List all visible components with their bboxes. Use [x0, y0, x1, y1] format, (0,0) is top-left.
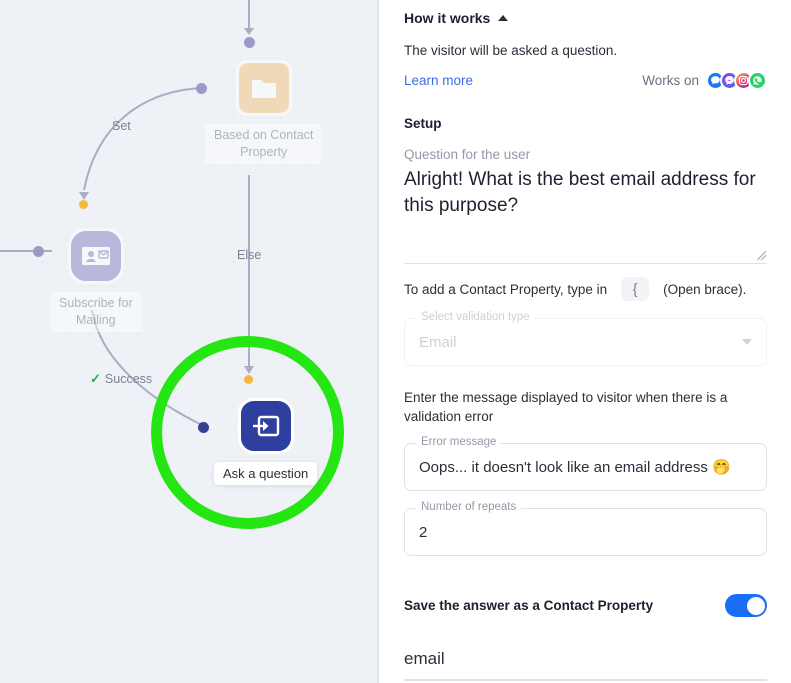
- contact-card-icon: [67, 228, 124, 284]
- question-value: Alright! What is the best email address …: [404, 169, 756, 216]
- validation-error-helper: Enter the message displayed to visitor w…: [404, 390, 728, 424]
- folder-icon: [235, 60, 292, 116]
- flow-node-subscribe-for-mailing[interactable]: Subscribe for Mailing: [50, 228, 142, 332]
- edge-label-success-text: Success: [104, 372, 153, 386]
- edge-label-success: ✓ Success: [90, 371, 152, 387]
- validation-type-select[interactable]: Select validation type Email: [404, 311, 767, 366]
- connector-dot: [198, 422, 209, 433]
- check-icon: ✓: [90, 371, 101, 386]
- save-answer-label: Save the answer as a Contact Property: [404, 598, 654, 613]
- contact-property-hint: To add a Contact Property, type in { (Op…: [404, 277, 767, 301]
- validation-type-legend: Select validation type: [416, 311, 535, 323]
- resize-handle-icon[interactable]: [757, 251, 766, 260]
- flow-node-ask-a-question[interactable]: Ask a question: [214, 398, 318, 485]
- chevron-down-icon[interactable]: [742, 339, 752, 345]
- hint-suffix: (Open brace).: [663, 281, 747, 297]
- connector-dot: [244, 37, 255, 48]
- connector-dot: [33, 246, 44, 257]
- repeats-legend: Number of repeats: [416, 501, 522, 513]
- edge-label-set: Set: [112, 119, 131, 133]
- validation-type-value: Email: [419, 333, 457, 351]
- connector-dot: [79, 200, 88, 209]
- contact-property-input[interactable]: email: [404, 649, 767, 681]
- connector-dot: [244, 375, 253, 384]
- error-message-legend: Error message: [416, 436, 502, 448]
- hint-prefix: To add a Contact Property, type in: [404, 281, 608, 297]
- question-field-label: Question for the user: [404, 147, 531, 162]
- toggle-knob: [746, 596, 765, 615]
- login-arrow-icon: [237, 398, 294, 454]
- how-it-works-description: The visitor will be asked a question.: [404, 43, 618, 58]
- flow-node-based-on-contact-property[interactable]: Based on Contact Property: [205, 60, 323, 164]
- error-message-value: Oops... it doesn't look like an email ad…: [419, 459, 731, 476]
- works-on-group: Works on: [642, 71, 767, 90]
- learn-more-link[interactable]: Learn more: [404, 73, 473, 88]
- channel-icons: [706, 71, 767, 90]
- save-answer-toggle[interactable]: [725, 594, 767, 617]
- open-brace-chip: {: [621, 277, 650, 301]
- how-it-works-title: How it works: [404, 10, 491, 26]
- flow-canvas[interactable]: Set Else ✓ Success Based on Contact Prop…: [0, 0, 379, 683]
- learn-more-row: Learn more Works on: [404, 71, 767, 90]
- flow-node-label: Subscribe for Mailing: [50, 292, 142, 332]
- error-message-input[interactable]: Error message Oops... it doesn't look li…: [404, 436, 767, 491]
- contact-property-value: email: [404, 649, 445, 668]
- edge-label-else: Else: [237, 248, 262, 262]
- number-of-repeats-input[interactable]: Number of repeats 2: [404, 501, 767, 556]
- save-answer-row: Save the answer as a Contact Property: [404, 594, 767, 617]
- settings-panel: How it works The visitor will be asked a…: [379, 0, 791, 683]
- question-textarea[interactable]: Alright! What is the best email address …: [404, 167, 767, 264]
- works-on-label: Works on: [642, 73, 699, 88]
- contact-property-underline: [404, 679, 767, 681]
- app-root: Set Else ✓ Success Based on Contact Prop…: [0, 0, 791, 683]
- flow-node-label: Ask a question: [214, 462, 318, 485]
- flow-node-label: Based on Contact Property: [205, 124, 323, 164]
- setup-heading: Setup: [404, 116, 442, 131]
- caret-up-icon[interactable]: [498, 15, 509, 21]
- whatsapp-icon[interactable]: [748, 71, 767, 90]
- how-it-works-header[interactable]: How it works: [404, 10, 767, 26]
- repeats-value: 2: [419, 523, 428, 541]
